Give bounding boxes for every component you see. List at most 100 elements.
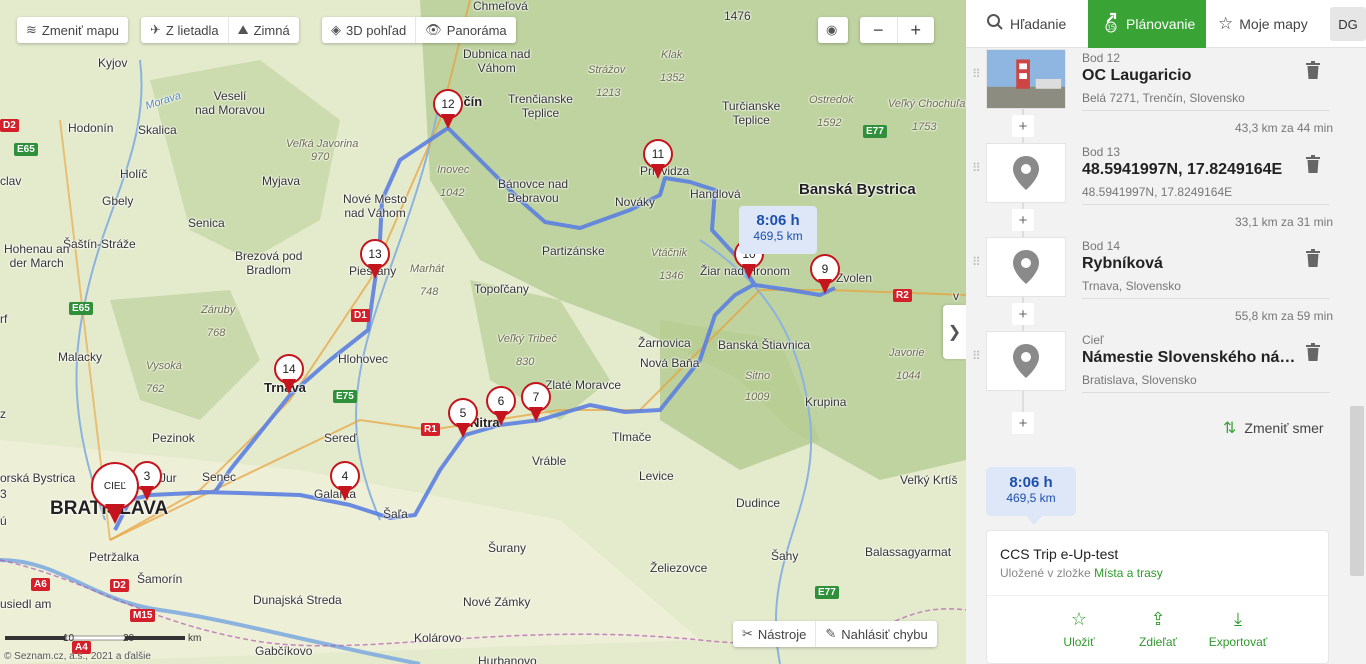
waypoint-item[interactable]: ⠿ Bod 13 48.5941997N, 17.8249164E 48.594… bbox=[966, 143, 1346, 211]
star-icon: ☆ bbox=[1218, 14, 1234, 33]
aerial-button[interactable]: ✈ Z lietadla bbox=[141, 17, 229, 43]
destination-marker[interactable]: CIEĽ bbox=[91, 462, 141, 524]
location-pin-icon bbox=[1013, 156, 1039, 190]
star-outline-icon: ☆ bbox=[1070, 609, 1088, 629]
tab-my-maps[interactable]: ☆ Moje mapy bbox=[1206, 0, 1322, 48]
route-marker[interactable]: 7 bbox=[521, 382, 551, 422]
panorama-button[interactable]: 👁 Panoráma bbox=[416, 17, 516, 43]
map-label: Vráble bbox=[532, 454, 567, 468]
route-marker[interactable]: 13 bbox=[360, 239, 390, 279]
map-label: Šamorín bbox=[137, 572, 183, 586]
change-map-button[interactable]: ≋ Zmeniť mapu bbox=[17, 17, 128, 43]
waypoint-thumbnail bbox=[986, 237, 1066, 297]
3d-view-button[interactable]: ◈ 3D pohľad bbox=[322, 17, 417, 43]
trash-icon[interactable] bbox=[1306, 61, 1320, 79]
tab-search[interactable]: Hľadanie bbox=[966, 0, 1088, 48]
route-marker[interactable]: 14 bbox=[274, 354, 304, 394]
tab-planning[interactable]: 15 Plánovanie bbox=[1088, 0, 1206, 48]
map-label: Veľký Tribeč bbox=[497, 333, 557, 345]
tools-button[interactable]: ✂ Nástroje bbox=[733, 621, 817, 647]
map-label: 1476 bbox=[724, 9, 751, 23]
map-label: Zlaté Moravce bbox=[545, 378, 622, 392]
map-label: Ostredok bbox=[809, 94, 854, 106]
waypoint-item[interactable]: ⠿ Bod 12 OC Laugaricio Belá 7271, Trenčí… bbox=[966, 49, 1346, 117]
map-label: 1352 bbox=[660, 72, 685, 84]
trip-folder-link[interactable]: Místa a trasy bbox=[1094, 566, 1163, 580]
map-view[interactable]: Chmeľová 1476 Kyjov Dubnica nad Váhom Kl… bbox=[0, 0, 966, 664]
add-waypoint-button[interactable]: + bbox=[1012, 115, 1034, 137]
drag-handle-icon[interactable]: ⠿ bbox=[972, 162, 982, 174]
road-sign: A6 bbox=[31, 578, 50, 591]
map-label: Holíč bbox=[120, 167, 148, 181]
map-label: Banská Štiavnica bbox=[718, 338, 811, 352]
drag-handle-icon[interactable]: ⠿ bbox=[972, 68, 982, 80]
map-label: Vysoká bbox=[146, 360, 182, 372]
map-tools-toolbar: ✂ Nástroje ✎ Nahlásiť chybu bbox=[733, 621, 937, 647]
map-label: Vtáčnik bbox=[651, 247, 688, 259]
route-distance: 469,5 km bbox=[753, 229, 803, 243]
map-mode-toolbar: ✈ Z lietadla ⛰ Zimná bbox=[141, 17, 299, 43]
route-marker[interactable]: 5 bbox=[448, 398, 478, 438]
tools-icon: ✂ bbox=[742, 626, 753, 641]
locate-button[interactable]: ◉ bbox=[818, 17, 845, 43]
change-direction-button[interactable]: ⇅ Zmeniť smer bbox=[1223, 418, 1324, 438]
map-label: Marhát bbox=[410, 263, 445, 275]
save-button[interactable]: ☆ Uložiť bbox=[1039, 609, 1119, 649]
user-avatar[interactable]: DG bbox=[1330, 7, 1366, 41]
report-error-button[interactable]: ✎ Nahlásiť chybu bbox=[816, 621, 936, 647]
route-marker[interactable]: 4 bbox=[330, 461, 360, 501]
route-marker[interactable]: 9 bbox=[810, 254, 840, 294]
export-button[interactable]: ⤓ Exportovať bbox=[1198, 609, 1278, 649]
drag-handle-icon[interactable]: ⠿ bbox=[972, 256, 982, 268]
zoom-out-button[interactable]: − bbox=[860, 17, 898, 43]
map-layer-toolbar: ≋ Zmeniť mapu bbox=[17, 17, 129, 43]
drag-handle-icon[interactable]: ⠿ bbox=[972, 350, 982, 362]
waypoint-item[interactable]: ⠿ Cieľ Námestie Slovenského ná… Bratisla… bbox=[966, 331, 1346, 399]
road-sign: E77 bbox=[815, 586, 839, 599]
map-label: Šahy bbox=[771, 549, 799, 563]
panel-tabs: Hľadanie 15 Plánovanie ☆ Moje mapy DG bbox=[966, 0, 1366, 48]
map-label: v bbox=[953, 289, 959, 303]
map-label: Želiezovce bbox=[650, 561, 708, 575]
panel-scrollbar[interactable] bbox=[1350, 406, 1364, 576]
waypoint-label: Bod 13 bbox=[1082, 145, 1121, 159]
zoom-toolbar: − + bbox=[860, 17, 935, 43]
trash-icon[interactable] bbox=[1306, 249, 1320, 267]
scale-unit: km bbox=[188, 633, 202, 644]
location-pin-icon bbox=[1013, 344, 1039, 378]
road-sign: D2 bbox=[110, 579, 129, 592]
waypoint-thumbnail bbox=[986, 331, 1066, 391]
map-label: 3 bbox=[0, 487, 7, 501]
map-copyright[interactable]: © Seznam.cz, a.s., 2021 a ďalšie bbox=[4, 651, 151, 662]
trash-icon[interactable] bbox=[1306, 155, 1320, 173]
collapse-panel-button[interactable]: ❯ bbox=[943, 305, 966, 359]
map-label: Skalica bbox=[138, 123, 177, 137]
waypoint-name: 48.5941997N, 17.8249164E bbox=[1082, 161, 1283, 178]
map-label: Veľká Javorina bbox=[286, 138, 359, 150]
road-sign: R2 bbox=[893, 289, 912, 302]
map-label: Klak bbox=[661, 49, 683, 61]
trash-icon[interactable] bbox=[1306, 343, 1320, 361]
share-button[interactable]: ⇪ Zdieľať bbox=[1118, 609, 1198, 649]
planning-badge: 15 bbox=[1107, 24, 1115, 31]
map-label: Záruby bbox=[201, 304, 236, 316]
winter-button[interactable]: ⛰ Zimná bbox=[229, 17, 299, 43]
add-waypoint-button[interactable]: + bbox=[1012, 412, 1034, 434]
map-label: Balassagyarmat bbox=[865, 545, 952, 559]
map-label: Hodonín bbox=[68, 121, 114, 135]
route-marker[interactable]: 6 bbox=[486, 386, 516, 426]
map-label: Handlová bbox=[690, 187, 741, 201]
route-marker[interactable]: 11 bbox=[643, 139, 673, 179]
map-label: Banská Bystrica bbox=[799, 181, 916, 198]
add-waypoint-button[interactable]: + bbox=[1012, 209, 1034, 231]
route-marker[interactable]: 12 bbox=[433, 89, 463, 129]
map-label: Brezová pod Bradlom bbox=[235, 249, 303, 277]
route-time: 8:06 h bbox=[756, 212, 800, 229]
map-label: Senica bbox=[188, 216, 225, 230]
add-waypoint-button[interactable]: + bbox=[1012, 303, 1034, 325]
locate-toolbar: ◉ bbox=[818, 17, 848, 43]
waypoint-item[interactable]: ⠿ Bod 14 Rybníková Trnava, Slovensko bbox=[966, 237, 1346, 305]
map-label: 1346 bbox=[659, 270, 684, 282]
waypoint-address: 48.5941997N, 17.8249164E bbox=[1082, 185, 1330, 205]
zoom-in-button[interactable]: + bbox=[898, 17, 935, 43]
